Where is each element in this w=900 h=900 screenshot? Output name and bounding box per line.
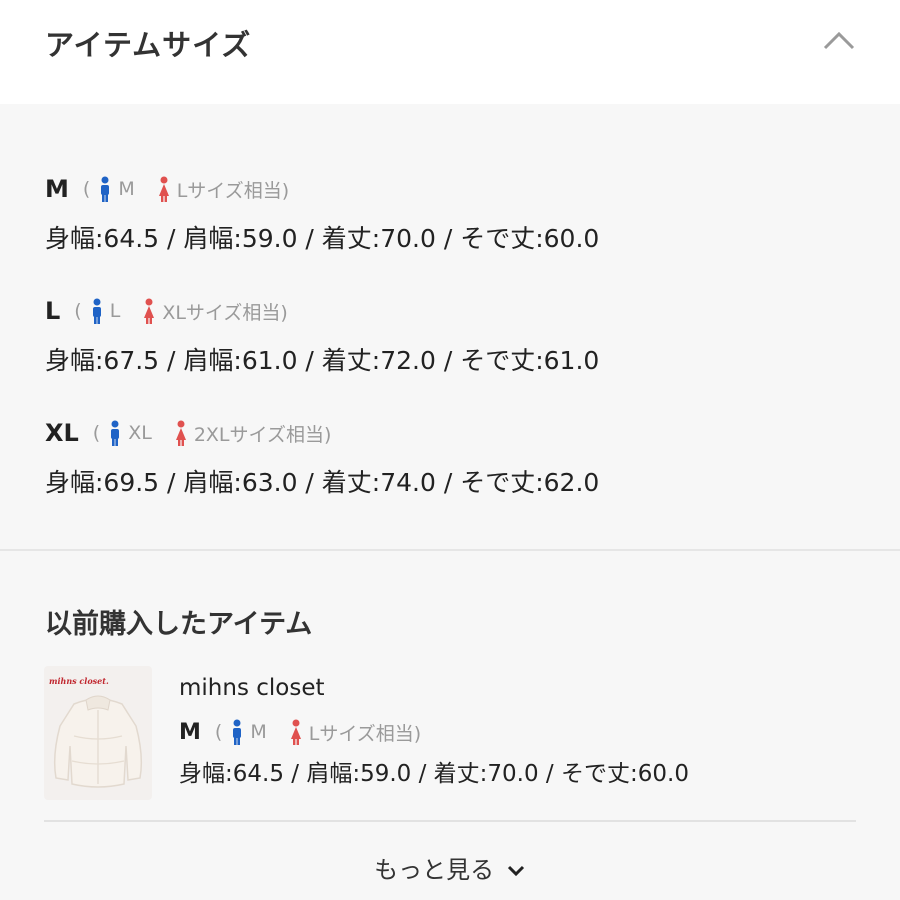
- list-divider: [44, 820, 856, 822]
- male-icon: [92, 298, 101, 324]
- size-row-m: M ( M Lサイズ相当) 身幅:64.5 / 肩幅:59.0 / 着丈:70.…: [45, 170, 599, 260]
- open-paren: (: [82, 178, 91, 200]
- show-more-label: もっと見る: [374, 856, 495, 884]
- female-icon: [144, 298, 155, 324]
- previous-item-info[interactable]: mihns closet M ( M Lサイズ相当) 身幅:64.5 / 肩幅:…: [179, 670, 879, 795]
- female-size: XLサイズ相当): [162, 301, 288, 324]
- male-icon: [101, 176, 110, 202]
- male-icon: [111, 420, 120, 446]
- size-section-header[interactable]: アイテムサイズ: [0, 0, 900, 104]
- male-size: XL: [128, 422, 152, 444]
- open-paren: (: [92, 422, 101, 444]
- female-icon: [175, 420, 186, 446]
- female-size: Lサイズ相当): [308, 722, 422, 745]
- open-paren: (: [74, 300, 82, 322]
- female-icon: [290, 719, 301, 745]
- section-divider: [0, 549, 900, 551]
- measurements: 身幅:69.5 / 肩幅:63.0 / 着丈:74.0 / そで丈:62.0: [45, 468, 600, 497]
- previous-items-title: 以前購入したアイテム: [45, 609, 313, 640]
- measurements: 身幅:64.5 / 肩幅:59.0 / 着丈:70.0 / そで丈:60.0: [179, 761, 689, 787]
- item-thumbnail[interactable]: mihns closet.: [44, 666, 152, 800]
- size-label: M: [45, 175, 69, 203]
- open-paren: (: [214, 721, 223, 743]
- chevron-down-icon: [507, 865, 524, 877]
- show-more-button[interactable]: もっと見る: [0, 850, 900, 885]
- size-row-xl: XL ( XL 2XLサイズ相当) 身幅:69.5 / 肩幅:63.0 / 着丈…: [45, 414, 599, 504]
- measurements: 身幅:67.5 / 肩幅:61.0 / 着丈:72.0 / そで丈:61.0: [45, 346, 600, 375]
- size-row-l: L ( L XLサイズ相当) 身幅:67.5 / 肩幅:61.0 / 着丈:72…: [45, 292, 599, 382]
- male-size: M: [118, 178, 135, 200]
- size-label: M: [179, 719, 201, 745]
- male-size: L: [109, 300, 121, 322]
- chevron-up-icon[interactable]: [822, 28, 856, 52]
- jacket-image: [53, 695, 143, 788]
- female-size: 2XLサイズ相当): [193, 423, 332, 446]
- male-size: M: [250, 721, 267, 743]
- section-title: アイテムサイズ: [45, 28, 252, 62]
- male-icon: [233, 719, 242, 745]
- item-brand: mihns closet: [179, 675, 325, 701]
- size-label: XL: [45, 419, 79, 447]
- size-label: L: [45, 297, 61, 325]
- female-size: Lサイズ相当): [176, 179, 290, 202]
- female-icon: [158, 176, 169, 202]
- measurements: 身幅:64.5 / 肩幅:59.0 / 着丈:70.0 / そで丈:60.0: [45, 224, 600, 253]
